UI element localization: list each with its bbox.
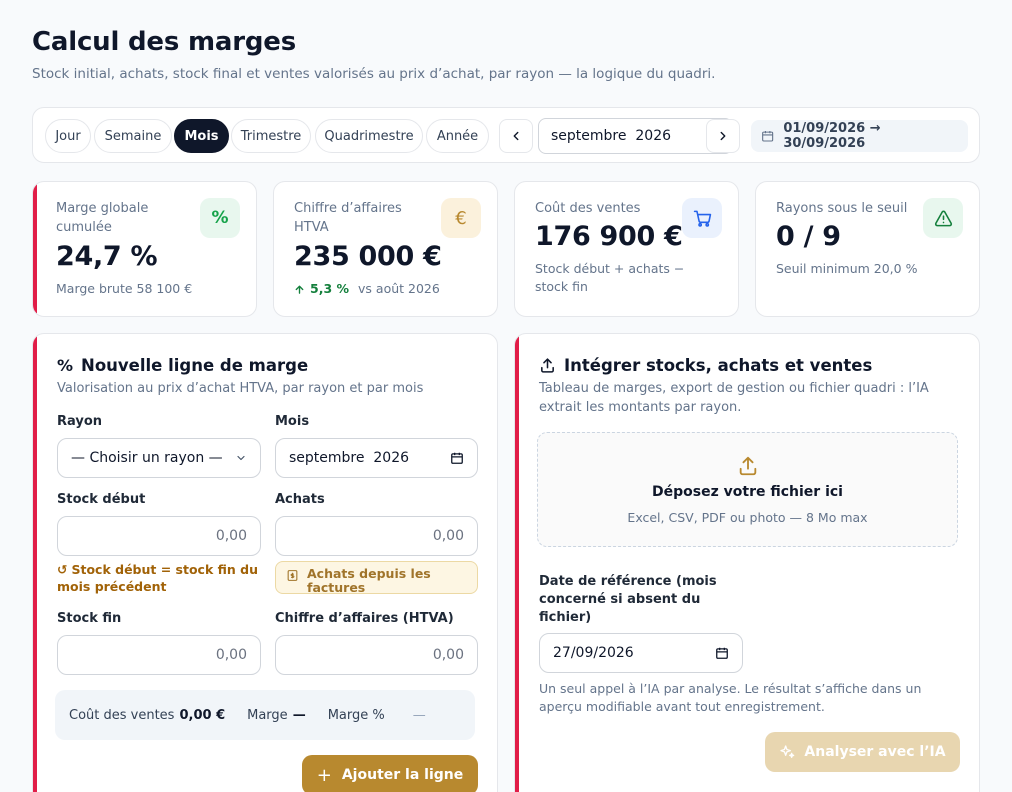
- achats-from-invoices-link[interactable]: Achats depuis les factures: [275, 561, 478, 595]
- date-range-chip: 01/09/2026 → 30/09/2026: [751, 120, 968, 152]
- kpi-revenue-value: 235 000 €: [294, 241, 442, 272]
- achats-from-invoices-label: Achats depuis les factures: [307, 566, 431, 595]
- upload-icon: [739, 456, 757, 476]
- new-margin-line-title: % Nouvelle ligne de marge: [57, 356, 308, 375]
- mois-input-value: septembre 2026: [289, 450, 410, 466]
- tab-semaine[interactable]: Semaine: [94, 119, 172, 153]
- new-margin-line-panel: % Nouvelle ligne de marge Valorisation a…: [32, 333, 498, 792]
- rayon-select[interactable]: — Choisir un rayon —: [57, 438, 261, 478]
- upload-icon: [541, 358, 554, 373]
- kpi-revenue-delta: 5,3 %: [310, 281, 350, 296]
- sparkles-icon: [780, 745, 795, 758]
- kpi-below-label: Rayons sous le seuil: [776, 201, 908, 216]
- achats-label: Achats: [275, 492, 325, 507]
- kpi-cost-label: Coût des ventes: [535, 201, 641, 216]
- summary-margin-pct-label: Marge %: [327, 707, 385, 723]
- add-line-button[interactable]: + Ajouter la ligne: [302, 755, 478, 792]
- kpi-margin-sub: Marge brute 58 100 €: [56, 281, 193, 296]
- import-subtitle: Tableau de marges, export de gestion ou …: [539, 381, 929, 415]
- percent-icon: %: [57, 356, 74, 375]
- arrow-up-icon: [295, 285, 304, 294]
- achats-input[interactable]: 0,00: [275, 516, 478, 556]
- import-panel: Intégrer stocks, achats et ventes Tablea…: [514, 333, 980, 792]
- import-heading: Intégrer stocks, achats et ventes: [564, 356, 873, 375]
- euro-glyph: €: [455, 207, 467, 229]
- reference-date-label: Date de référence (mois concerné si abse…: [539, 574, 717, 625]
- percent-icon: %: [200, 198, 240, 238]
- receipt-icon: [287, 570, 298, 581]
- month-picker-value: septembre 2026: [551, 128, 672, 144]
- page-subtitle: Stock initial, achats, stock final et ve…: [32, 66, 716, 82]
- mois-input[interactable]: septembre 2026: [275, 438, 478, 478]
- kpi-card-below-threshold: Rayons sous le seuil 0 / 9 Seuil minimum…: [755, 181, 980, 317]
- tab-quadrimestre[interactable]: Quadrimestre: [315, 119, 423, 153]
- euro-icon: €: [441, 198, 481, 238]
- percent-glyph: %: [211, 208, 229, 228]
- chevron-right-icon: [720, 131, 726, 141]
- tab-mois[interactable]: Mois: [174, 119, 229, 153]
- dropzone-title: Déposez votre fichier ici: [652, 484, 843, 500]
- kpi-cost-value: 176 900 €: [535, 221, 683, 252]
- chevron-left-icon: [513, 131, 519, 141]
- new-margin-line-subtitle: Valorisation au prix d’achat HTVA, par r…: [57, 381, 424, 396]
- rayon-select-value: — Choisir un rayon —: [71, 450, 223, 466]
- mois-label: Mois: [275, 414, 310, 429]
- ai-usage-note: Un seul appel à l’IA par analyse. Le rés…: [539, 681, 922, 714]
- analyze-ai-button[interactable]: Analyser avec l’IA: [765, 732, 960, 772]
- tab-trimestre[interactable]: Trimestre: [231, 119, 311, 153]
- warning-triangle-icon: [923, 198, 963, 238]
- kpi-revenue-delta-suffix: vs août 2026: [358, 281, 440, 296]
- analyze-ai-button-label: Analyser avec l’IA: [804, 744, 946, 760]
- stock-debut-hint: ↺ Stock début = stock fin du mois précéde…: [57, 561, 261, 595]
- shopping-cart-icon: [682, 198, 722, 238]
- kpi-revenue-label: Chiffre d’affaires HTVA: [294, 201, 402, 235]
- calendar-icon: [762, 131, 774, 142]
- dropzone-subtitle: Excel, CSV, PDF ou photo — 8 Mo max: [627, 510, 868, 525]
- kpi-card-revenue: Chiffre d’affaires HTVA € 235 000 € 5,3 …: [273, 181, 498, 317]
- chiffre-affaires-input[interactable]: 0,00: [275, 635, 478, 675]
- next-period-button[interactable]: [706, 119, 740, 153]
- chiffre-affaires-label: Chiffre d’affaires (HTVA): [275, 611, 454, 626]
- import-title: Intégrer stocks, achats et ventes: [539, 356, 872, 375]
- refresh-icon: ↺: [57, 562, 68, 577]
- date-range-label: 01/09/2026 → 30/09/2026: [783, 121, 881, 151]
- previous-period-button[interactable]: [499, 119, 533, 153]
- month-picker[interactable]: septembre 2026: [538, 118, 733, 154]
- stock-debut-input[interactable]: 0,00: [57, 516, 261, 556]
- new-margin-line-heading: Nouvelle ligne de marge: [81, 356, 309, 375]
- kpi-card-cost: Coût des ventes 176 900 € Stock début + …: [514, 181, 739, 317]
- period-bar: Jour Semaine Mois Trimestre Quadrimestre…: [32, 107, 980, 163]
- kpi-cost-sub: Stock début + achats − stock fin: [535, 261, 685, 294]
- margin-summary: Coût des ventes 0,00 € Marge — Marge % —: [55, 690, 475, 740]
- kpi-card-margin: Marge globale cumulée % 24,7 % Marge bru…: [32, 181, 257, 317]
- summary-cost-label: Coût des ventes: [69, 707, 175, 723]
- kpi-margin-value: 24,7 %: [56, 241, 158, 272]
- rayon-label: Rayon: [57, 414, 103, 429]
- stock-debut-label: Stock début: [57, 492, 146, 507]
- stock-fin-input[interactable]: 0,00: [57, 635, 261, 675]
- kpi-revenue-trend: 5,3 % vs août 2026: [294, 280, 440, 298]
- stock-debut-hint-text: Stock début = stock fin du mois précéden…: [57, 562, 258, 594]
- summary-margin-value: —: [292, 707, 306, 723]
- reference-date-input[interactable]: 27/09/2026: [539, 633, 743, 673]
- add-line-button-label: Ajouter la ligne: [341, 767, 464, 783]
- summary-margin-label: Marge: [247, 707, 288, 723]
- page-title: Calcul des marges: [32, 27, 296, 57]
- kpi-below-value: 0 / 9: [776, 221, 841, 252]
- stock-fin-label: Stock fin: [57, 611, 122, 626]
- plus-icon: +: [316, 764, 332, 786]
- tab-annee[interactable]: Année: [426, 119, 489, 153]
- tab-jour[interactable]: Jour: [45, 119, 91, 153]
- summary-cost-value: 0,00 €: [179, 707, 226, 723]
- chevron-down-icon: [237, 455, 245, 461]
- file-dropzone[interactable]: Déposez votre fichier ici Excel, CSV, PD…: [537, 432, 958, 547]
- calendar-icon[interactable]: [715, 646, 729, 660]
- kpi-margin-label: Marge globale cumulée: [56, 201, 149, 235]
- kpi-below-sub: Seuil minimum 20,0 %: [776, 261, 918, 276]
- reference-date-value: 27/09/2026: [553, 645, 634, 661]
- calendar-icon[interactable]: [450, 451, 464, 465]
- summary-margin-pct-value: —: [412, 707, 426, 723]
